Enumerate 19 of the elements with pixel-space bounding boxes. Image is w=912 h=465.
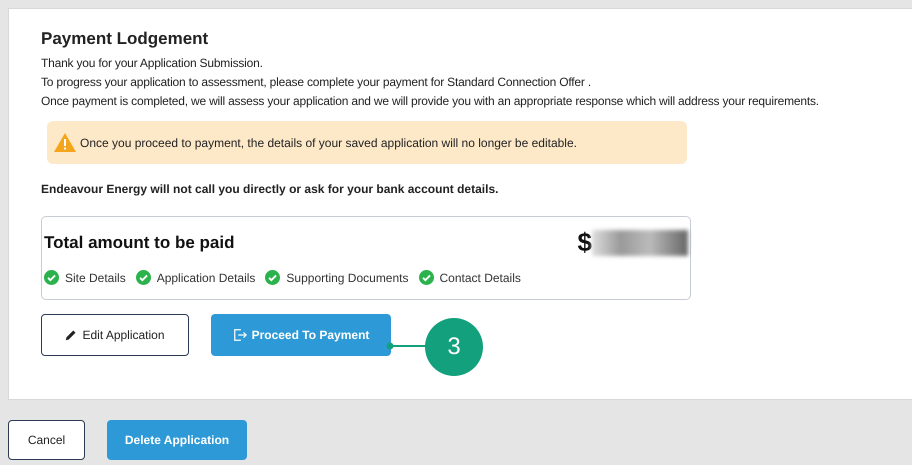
leader-line [385, 341, 427, 351]
step-number-badge: 3 [425, 318, 483, 376]
cancel-button[interactable]: Cancel [8, 420, 85, 460]
edit-button[interactable]: Edit Application [41, 314, 189, 356]
exit-arrow-icon [232, 328, 247, 342]
intro-text: Thank you for your Application Submission. [41, 56, 264, 70]
step-label: Site Details [65, 270, 126, 284]
amount-text: $ [578, 227, 592, 258]
total-label: Total amount to be paid [44, 232, 234, 252]
page-title: Payment Lodgement [41, 29, 210, 49]
step-label: Contact Details [440, 270, 521, 284]
intro-text: To progress your application to assessment, please complete your payment for Standard Connection Offer . [41, 75, 592, 89]
step-label: Application Details [156, 270, 256, 284]
pencil-icon [65, 329, 78, 341]
warning-icon [53, 132, 77, 153]
step-label: Supporting Documents [286, 270, 408, 284]
intro-text: Once payment is completed, we will assess your application and we will provide you with an appropriate response which will address your requirements. [41, 94, 820, 108]
warning-text: Once you proceed to payment, the details of your saved application will no longer be editable. [80, 136, 577, 150]
security-notice: Endeavour Energy will not call you directly or ask for your bank account details. [41, 182, 500, 196]
